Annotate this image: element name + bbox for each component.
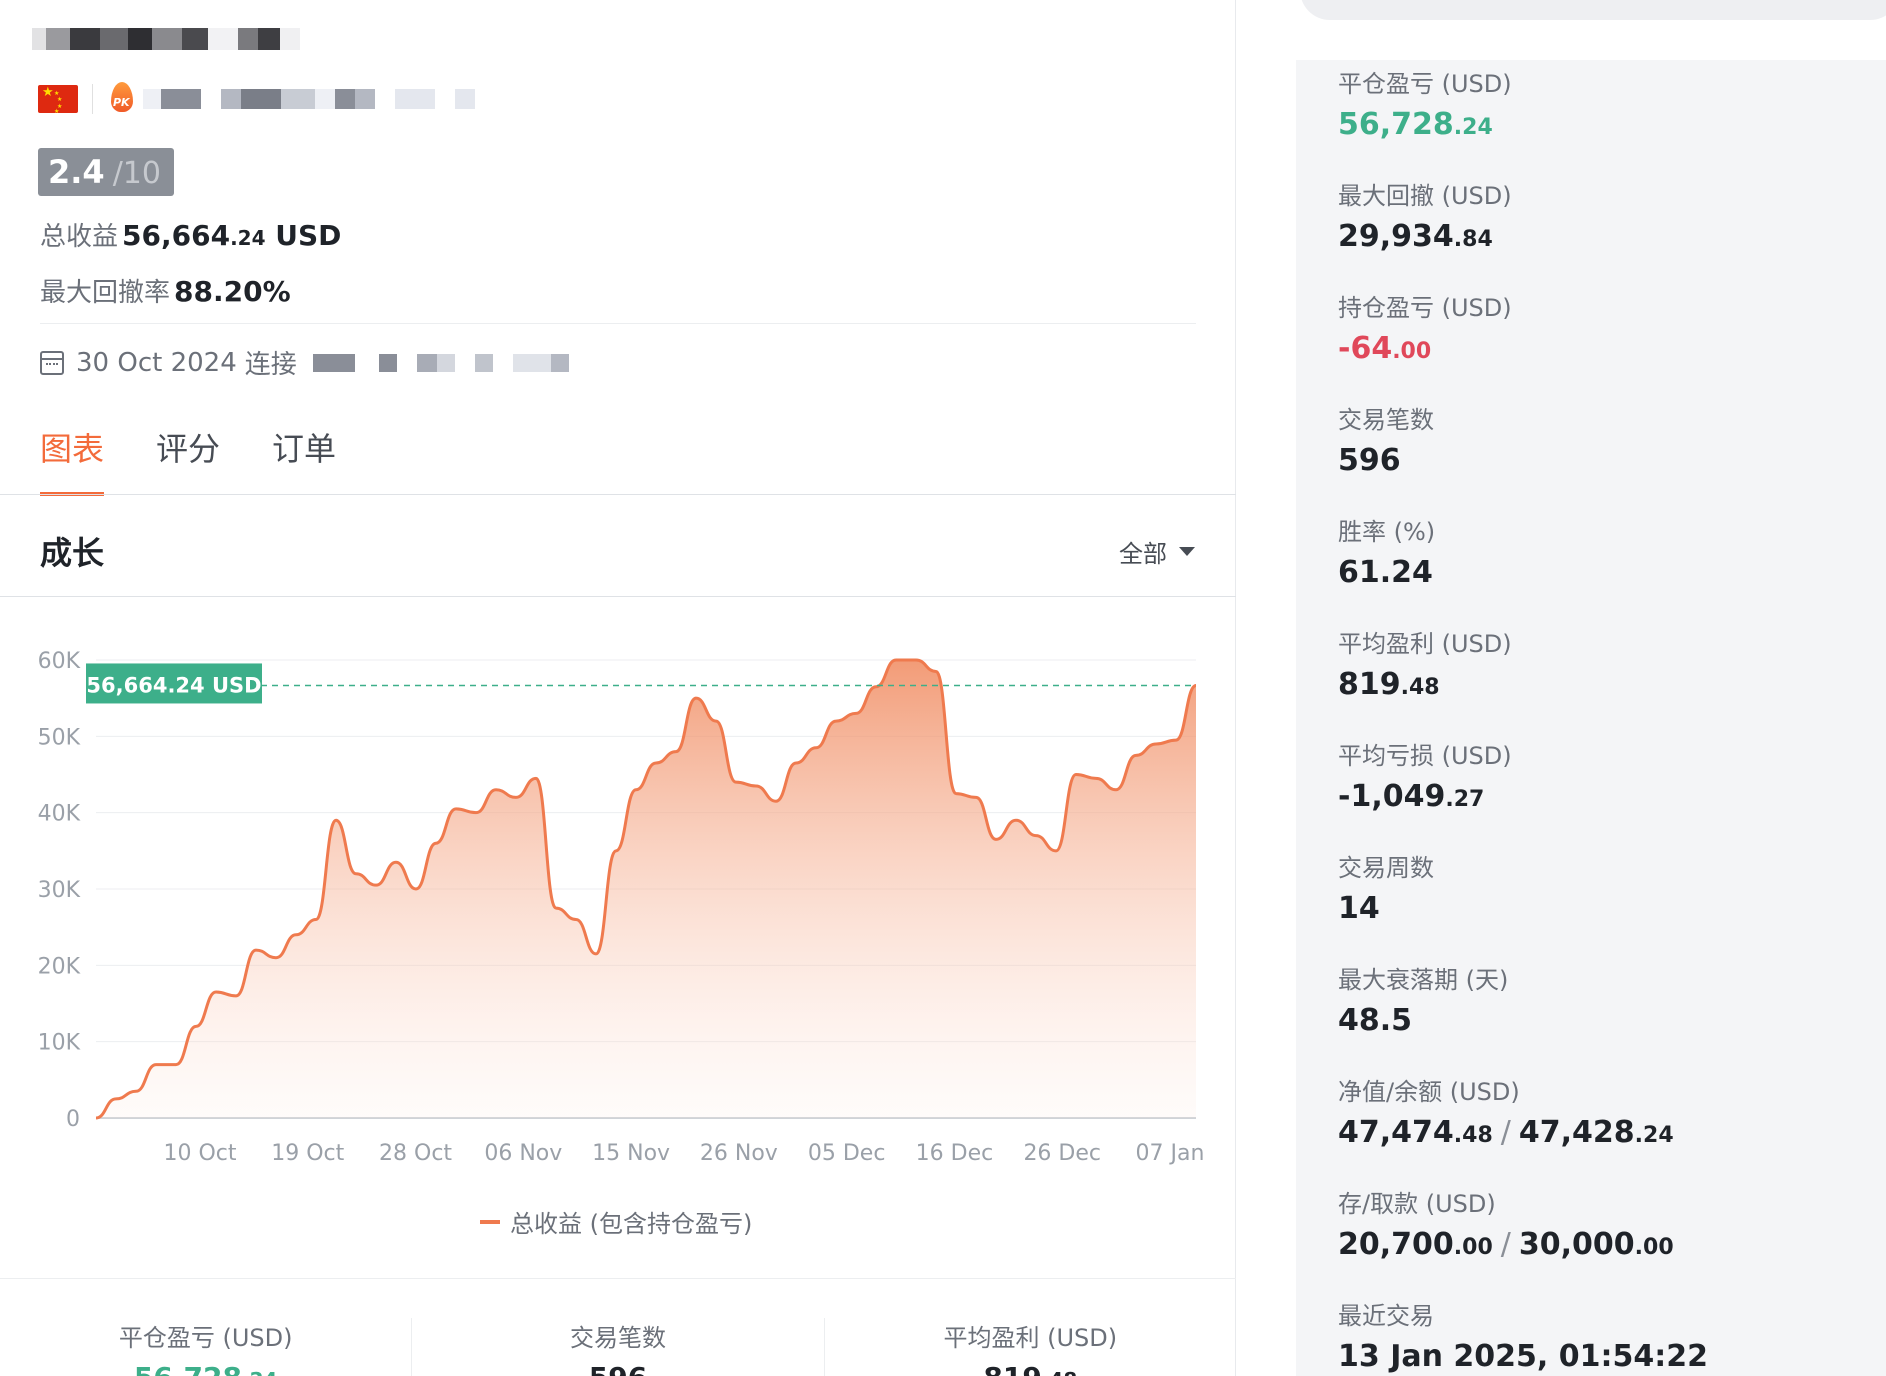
detail-tabs: 图表 评分 订单 <box>40 424 336 496</box>
max-drawdown-rate-label: 最大回撤率 <box>40 278 171 308</box>
top-search-bar[interactable] <box>1300 0 1886 20</box>
y-tick-label: 30K <box>38 878 81 903</box>
x-tick-label: 06 Nov <box>484 1141 562 1166</box>
bottom-stat-closed-pnl: 平仓盈亏 (USD) 56,728.24 <box>0 1318 413 1376</box>
y-tick-label: 50K <box>38 725 81 750</box>
total-profit-line: 总收益 56,664.24 USD <box>40 216 341 253</box>
stat-avg-profit: 平均盈利 (USD) 819.48 <box>1338 630 1512 702</box>
calendar-icon <box>40 350 64 375</box>
china-flag-icon: ★ ★ ★ ★ ★ <box>38 85 78 115</box>
stat-win-rate: 胜率 (%) 61.24 <box>1338 518 1436 590</box>
range-select[interactable]: 全部 <box>1119 534 1195 569</box>
connected-label: 连接 <box>244 350 297 380</box>
growth-chart-svg: 0 10K 20K 30K 40K 50K 60K 10 Oct 19 Oct 28 Oct 06 … <box>38 649 1205 1166</box>
y-tick-label: 10K <box>38 1031 81 1056</box>
stat-avg-loss: 平均亏损 (USD) -1,049.27 <box>1338 742 1512 814</box>
connected-date: 30 Oct 2024 <box>76 347 237 378</box>
x-tick-label: 19 Oct <box>271 1141 344 1166</box>
x-tick-label: 26 Nov <box>700 1141 778 1166</box>
stats-sidebar: 平仓盈亏 (USD) 56,728.24 最大回撤 (USD) 29,934.8… <box>1296 60 1886 1376</box>
stat-equity-balance: 净值/余额 (USD) 47,474.48/47,428.24 <box>1338 1078 1674 1150</box>
stat-deposit-withdrawal: 存/取款 (USD) 20,700.00/30,000.00 <box>1338 1190 1674 1262</box>
rating-score: 2.4 <box>48 153 105 191</box>
total-profit-label: 总收益 <box>40 222 119 252</box>
stat-last-trade: 最近交易 13 Jan 2025, 01:54:22 <box>1338 1302 1708 1374</box>
rating-max: /10 <box>112 156 161 191</box>
legend-swatch <box>480 1219 500 1224</box>
account-name-redacted <box>32 28 300 50</box>
x-tick-label: 05 Dec <box>808 1141 886 1166</box>
x-tick-label: 26 Dec <box>1023 1141 1101 1166</box>
chart-legend[interactable]: 总收益 (包含持仓盈亏) <box>480 1204 752 1239</box>
x-tick-label: 10 Oct <box>163 1141 236 1166</box>
account-detail-panel: ★ ★ ★ ★ ★ PK 2.4 /10 总收益 56,664.24 USD 最大回撤率… <box>0 0 1236 1376</box>
growth-title: 成长 <box>40 534 105 572</box>
x-tick-label: 16 Dec <box>916 1141 994 1166</box>
range-select-value: 全部 <box>1119 540 1167 568</box>
x-tick-label: 07 Jan <box>1136 1141 1205 1166</box>
y-tick-label: 40K <box>38 802 81 827</box>
bottom-stat-trades: 交易笔数 596 <box>412 1318 825 1376</box>
growth-chart: 0 10K 20K 30K 40K 50K 60K 10 Oct 19 Oct 28 Oct 06 … <box>0 630 1236 1170</box>
bottom-stats-row: 平仓盈亏 (USD) 56,728.24 交易笔数 596 平均盈利 (USD)… <box>0 1318 1236 1376</box>
stat-trade-count: 交易笔数 596 <box>1338 406 1434 478</box>
max-drawdown-rate-line: 最大回撤率 88.20% <box>40 272 291 309</box>
bottom-stat-avg-profit: 平均盈利 (USD) 819.48 <box>943 1324 1118 1376</box>
connected-date-row: 30 Oct 2024 连接 <box>40 344 569 381</box>
total-profit-value: 56,664.24 USD <box>122 219 342 252</box>
y-tick-label: 60K <box>38 649 81 674</box>
x-tick-label: 28 Oct <box>379 1141 452 1166</box>
legend-label: 总收益 (包含持仓盈亏) <box>510 1210 753 1238</box>
caret-down-icon <box>1179 547 1195 556</box>
rating-badge: 2.4 /10 <box>38 148 174 196</box>
y-tick-label: 20K <box>38 954 81 979</box>
y-tick-label: 0 <box>66 1107 80 1132</box>
stat-closed-pnl: 平仓盈亏 (USD) 56,728.24 <box>1338 70 1512 142</box>
stat-max-decline-period: 最大衰落期 (天) 48.5 <box>1338 966 1509 1038</box>
tab-orders[interactable]: 订单 <box>272 424 336 492</box>
x-tick-label: 15 Nov <box>592 1141 670 1166</box>
stat-trading-weeks: 交易周数 14 <box>1338 854 1434 926</box>
stat-max-drawdown: 最大回撤 (USD) 29,934.84 <box>1338 182 1512 254</box>
stat-open-pnl: 持仓盈亏 (USD) -64.00 <box>1338 294 1512 366</box>
tab-chart[interactable]: 图表 <box>40 424 105 496</box>
account-meta-row: ★ ★ ★ ★ ★ PK <box>38 82 475 116</box>
current-value-label: 56,664.24 USD <box>86 673 261 697</box>
tab-score[interactable]: 评分 <box>156 424 220 492</box>
max-drawdown-rate-value: 88.20% <box>174 275 291 308</box>
pk-fire-badge-icon: PK <box>107 82 137 116</box>
